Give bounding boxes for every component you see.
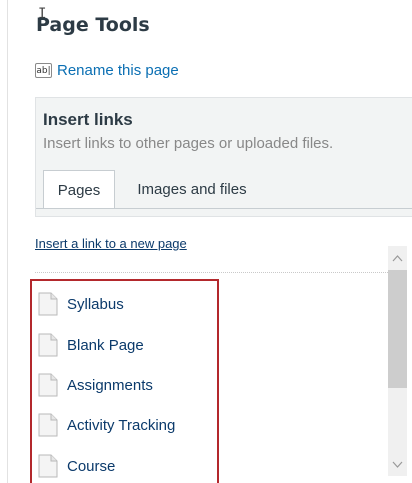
list-item[interactable]: Course [38,454,115,478]
list-item-label: Activity Tracking [67,416,176,434]
page-icon [38,413,58,437]
list-item[interactable]: Syllabus [38,292,124,316]
insert-links-subtitle: Insert links to other pages or uploaded … [43,135,334,152]
scrollbar-thumb[interactable] [388,270,407,388]
rename-icon: ab| [35,63,52,78]
page-icon [38,454,58,478]
page-list-scrollbar[interactable] [388,246,407,476]
list-divider [35,272,388,273]
insert-new-page-link[interactable]: Insert a link to a new page [35,236,187,251]
list-item-label: Assignments [67,376,153,394]
rename-page-row[interactable]: ab| Rename this page [35,62,179,79]
tab-pages[interactable]: Pages [43,170,115,209]
rename-page-link[interactable]: Rename this page [57,62,179,79]
list-item[interactable]: Blank Page [38,333,144,357]
tab-images-and-files[interactable]: Images and files [122,170,262,208]
list-item-label: Syllabus [67,295,124,313]
insert-links-title: Insert links [43,110,133,129]
list-item-label: Course [67,457,116,475]
page-icon [38,333,58,357]
page-icon [38,292,58,316]
list-item[interactable]: Activity Tracking [38,413,175,437]
list-item-label: Blank Page [67,336,144,354]
page-tools-title: Page Tools [36,14,150,36]
page-icon [38,373,58,397]
scroll-down-icon[interactable] [388,452,407,476]
left-divider [7,0,8,483]
insert-links-panel: Insert links Insert links to other pages… [35,97,412,217]
tabs-divider [36,208,412,209]
page-list: Syllabus Blank Page Assignments Activity… [30,279,219,483]
list-item[interactable]: Assignments [38,373,153,397]
scroll-up-icon[interactable] [388,246,407,270]
